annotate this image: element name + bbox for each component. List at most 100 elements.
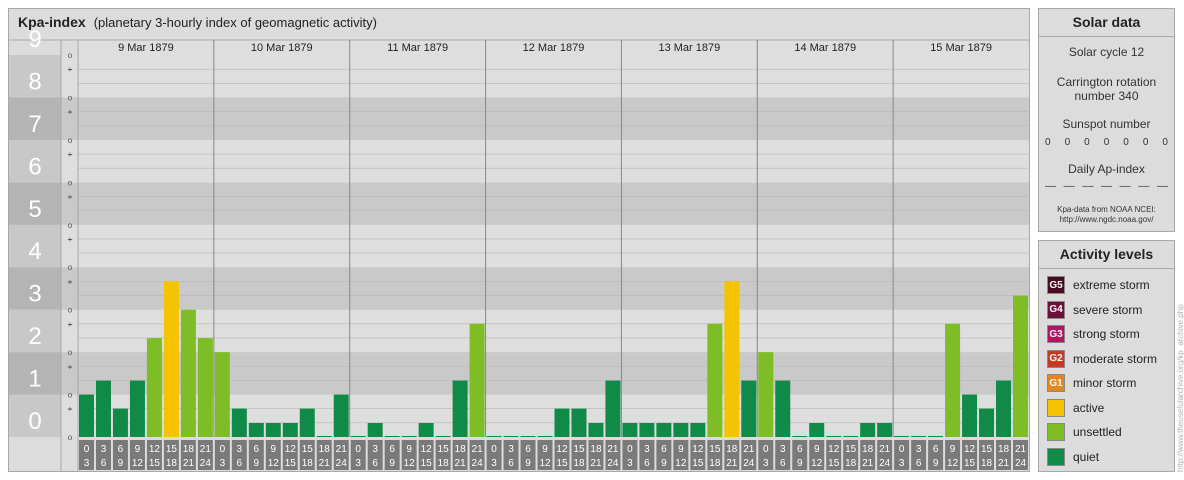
kp-bar <box>877 422 893 437</box>
interval-start-label: 18 <box>726 444 738 455</box>
interval-end-label: 24 <box>472 458 484 469</box>
kp-bar <box>282 422 298 437</box>
carrington-line-2: number 340 <box>1074 89 1139 103</box>
interval-start-label: 15 <box>166 444 178 455</box>
interval-end-label: 18 <box>573 458 585 469</box>
kp-bar <box>639 422 655 437</box>
source-line-1: Kpa-data from NOAA NCEI: <box>1057 205 1156 214</box>
minor-tick-label: o <box>68 263 73 272</box>
level-swatch <box>1047 398 1065 417</box>
interval-end-label: 12 <box>811 458 823 469</box>
minor-tick-label: – <box>68 192 73 201</box>
kp-bar <box>146 338 162 437</box>
interval-start-label: 0 <box>220 444 226 455</box>
band-7 <box>61 97 1029 140</box>
kp-bar <box>928 436 944 437</box>
day-label: 10 Mar 1879 <box>251 42 313 54</box>
kp-bar <box>775 380 791 437</box>
interval-start-label: 15 <box>302 444 314 455</box>
kp-bar <box>741 380 757 437</box>
kpa-chart: 0123456789+o+o–+o–+o–+o–+o–+o–+o–+o–o–9 … <box>9 26 1029 471</box>
kp-bar <box>554 408 570 437</box>
interval-start-label: 9 <box>814 444 820 455</box>
interval-end-label: 21 <box>183 458 195 469</box>
kp-bar <box>724 281 740 437</box>
kp-bar <box>79 394 94 437</box>
minor-tick-label: o <box>68 348 73 357</box>
interval-start-label: 18 <box>862 444 874 455</box>
interval-start-label: 21 <box>336 444 348 455</box>
interval-start-label: 9 <box>678 444 684 455</box>
y-tick-label: 3 <box>28 281 41 308</box>
ap-value: –– <box>1156 181 1168 192</box>
interval-end-label: 18 <box>981 458 993 469</box>
activity-levels-title: Activity levels <box>1039 241 1174 269</box>
kp-bar <box>333 394 349 437</box>
interval-start-label: 6 <box>254 444 260 455</box>
interval-start-label: 21 <box>743 444 755 455</box>
kp-bar <box>350 436 366 437</box>
y-tick-label: 7 <box>28 111 41 138</box>
interval-start-label: 15 <box>438 444 450 455</box>
y-tick-label: 1 <box>28 366 41 393</box>
interval-start-label: 3 <box>508 444 514 455</box>
interval-end-label: 3 <box>355 458 361 469</box>
minor-tick-label: o <box>68 306 73 315</box>
interval-start-label: 18 <box>319 444 331 455</box>
interval-start-label: 18 <box>998 444 1010 455</box>
interval-end-label: 9 <box>254 458 260 469</box>
interval-end-label: 6 <box>780 458 786 469</box>
activity-level-item: G3 strong storm <box>1047 324 1140 344</box>
interval-start-label: 18 <box>590 444 602 455</box>
interval-end-label: 6 <box>644 458 650 469</box>
kp-bar <box>520 436 536 437</box>
solar-cycle: Solar cycle 12 <box>1068 45 1145 59</box>
sunspot-value: 0 <box>1162 137 1168 148</box>
carrington-line-1: Carrington rotation <box>1056 75 1157 89</box>
level-label: minor storm <box>1073 376 1137 390</box>
interval-start-label: 6 <box>389 444 395 455</box>
interval-end-label: 3 <box>763 458 769 469</box>
minor-tick-label: – <box>68 277 73 286</box>
kp-bar <box>503 436 519 437</box>
interval-end-label: 21 <box>726 458 738 469</box>
interval-end-label: 18 <box>845 458 857 469</box>
kp-bar <box>792 436 808 437</box>
kp-bar <box>486 436 502 437</box>
interval-start-label: 21 <box>879 444 891 455</box>
minor-tick-label: – <box>68 320 73 329</box>
minor-tick-label: – <box>68 362 73 371</box>
kp-bar <box>367 422 383 437</box>
interval-start-label: 12 <box>964 444 976 455</box>
day-label: 12 Mar 1879 <box>523 42 585 54</box>
interval-end-label: 21 <box>998 458 1010 469</box>
interval-end-label: 15 <box>964 458 976 469</box>
activity-levels-panel: Activity levels G5 extreme storm G4 severe … <box>1038 240 1175 472</box>
level-label: unsettled <box>1073 425 1122 439</box>
interval-start-label: 0 <box>355 444 361 455</box>
y-tick-label: 9 <box>28 26 41 53</box>
minor-tick-label: – <box>68 108 73 117</box>
interval-end-label: 24 <box>607 458 619 469</box>
kp-bar <box>673 422 689 437</box>
kp-bar <box>996 380 1012 437</box>
interval-start-label: 21 <box>1015 444 1027 455</box>
interval-end-label: 15 <box>828 458 840 469</box>
interval-start-label: 6 <box>525 444 531 455</box>
kp-bar <box>809 422 825 437</box>
minor-tick-label: – <box>68 150 73 159</box>
level-swatch: G5 <box>1047 276 1065 294</box>
sunspot-value: 0 <box>1045 137 1051 148</box>
interval-start-label: 3 <box>780 444 786 455</box>
interval-end-label: 21 <box>590 458 602 469</box>
activity-level-item: quiet <box>1047 447 1099 467</box>
y-tick-label: 6 <box>28 153 41 180</box>
interval-end-label: 21 <box>319 458 331 469</box>
ap-value: –– <box>1100 181 1113 192</box>
minor-tick-label: o <box>68 221 73 230</box>
interval-end-label: 15 <box>285 458 297 469</box>
interval-end-label: 12 <box>404 458 416 469</box>
kp-bar <box>690 422 706 437</box>
interval-end-label: 6 <box>508 458 514 469</box>
minor-tick-label: – <box>68 405 73 414</box>
